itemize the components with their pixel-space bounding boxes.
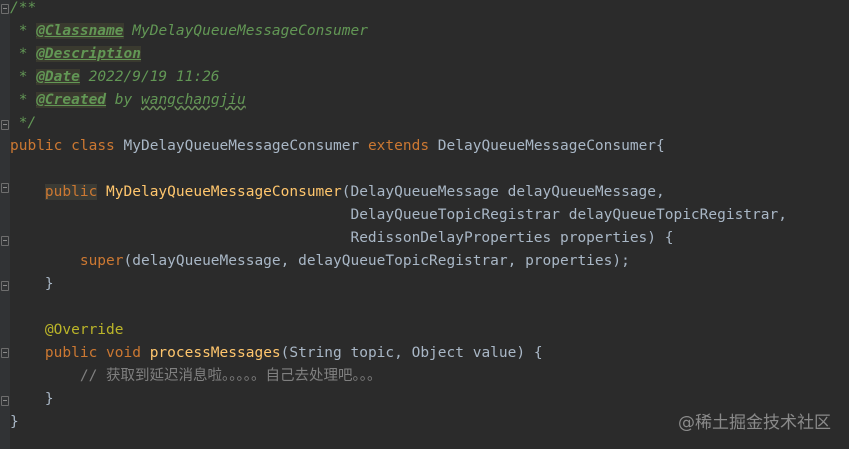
params: (DelayQueueMessage delayQueueMessage, xyxy=(341,184,665,200)
fold-icon[interactable] xyxy=(1,281,9,291)
code-line: } xyxy=(10,273,54,296)
code-line: @Override xyxy=(10,319,124,342)
code-line: DelayQueueTopicRegistrar delayQueueTopic… xyxy=(10,204,787,227)
javadoc-tag: @Created xyxy=(36,92,107,108)
editor-gutter xyxy=(0,0,10,449)
watermark: @稀土掘金技术社区 xyxy=(678,413,831,433)
code-line: RedissonDelayProperties properties) { xyxy=(10,227,673,250)
code-line: * @Description xyxy=(10,46,141,62)
params: (String topic, Object value) { xyxy=(280,345,543,361)
constructor-name: MyDelayQueueMessageConsumer xyxy=(106,184,342,200)
comment-text: */ xyxy=(10,115,37,131)
code-line: * @Classname MyDelayQueueMessageConsumer xyxy=(10,23,368,39)
code-line: */ xyxy=(10,112,36,135)
parent-class: DelayQueueMessageConsumer{ xyxy=(437,138,665,154)
code-line: } xyxy=(10,411,19,434)
brace: } xyxy=(44,391,54,407)
code-line: } xyxy=(10,388,54,411)
comment-text: /** xyxy=(10,0,37,16)
keyword: public xyxy=(44,184,98,200)
keyword: super xyxy=(79,253,124,269)
code-line: public class MyDelayQueueMessageConsumer… xyxy=(10,135,665,158)
code-line: public MyDelayQueueMessageConsumer(Delay… xyxy=(10,181,665,204)
keyword: extends xyxy=(367,138,430,154)
javadoc-tag: @Description xyxy=(36,46,141,62)
fold-icon[interactable] xyxy=(1,396,9,406)
class-name: MyDelayQueueMessageConsumer xyxy=(123,138,360,154)
params: DelayQueueTopicRegistrar delayQueueTopic… xyxy=(350,207,787,223)
code-line: * @Date 2022/9/19 11:26 xyxy=(10,69,220,85)
brace: } xyxy=(44,276,54,292)
code-line: super(delayQueueMessage, delayQueueTopic… xyxy=(10,250,630,273)
code-line: * @Created by wangchangjiu xyxy=(10,92,246,108)
brace: } xyxy=(10,414,19,430)
method-name: processMessages xyxy=(149,345,281,361)
keyword: public xyxy=(10,138,63,154)
keyword: void xyxy=(106,345,141,361)
fold-icon[interactable] xyxy=(1,4,9,14)
javadoc-tag: @Date xyxy=(36,69,80,85)
code-line: /** xyxy=(10,0,36,20)
fold-icon[interactable] xyxy=(1,348,9,358)
javadoc-value: wangchangjiu xyxy=(140,92,246,108)
javadoc-value: MyDelayQueueMessageConsumer xyxy=(132,23,368,39)
code-line: // 获取到延迟消息啦。。。。。自己去处理吧。。。 xyxy=(10,365,382,388)
keyword: class xyxy=(71,138,115,154)
fold-icon[interactable] xyxy=(1,120,9,130)
javadoc-value: 2022/9/19 11:26 xyxy=(88,69,220,85)
line-comment: // 获取到延迟消息啦。。。。。自己去处理吧。。。 xyxy=(79,368,382,384)
fold-icon[interactable] xyxy=(1,183,9,193)
params: RedissonDelayProperties properties) { xyxy=(350,230,674,246)
call-args: (delayQueueMessage, delayQueueTopicRegis… xyxy=(123,253,630,269)
code-line: public void processMessages(String topic… xyxy=(10,342,543,365)
fold-icon[interactable] xyxy=(1,236,9,246)
annotation: @Override xyxy=(44,322,124,338)
javadoc-tag: @Classname xyxy=(36,23,124,39)
keyword: public xyxy=(44,345,98,361)
